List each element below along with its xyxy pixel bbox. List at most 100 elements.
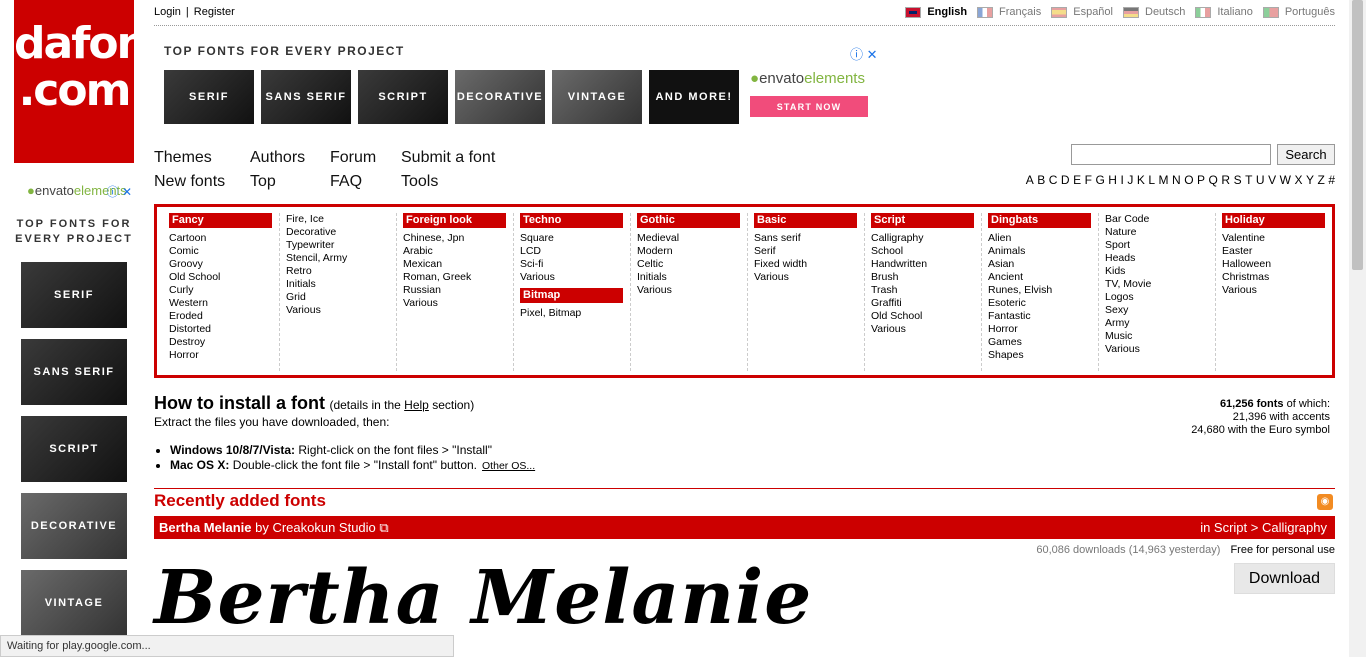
category-item[interactable]: Horror bbox=[988, 323, 1098, 336]
alphabet-letter[interactable]: E bbox=[1073, 173, 1081, 187]
ad-tile-sans-serif[interactable]: SANS SERIF bbox=[261, 70, 351, 124]
nav-authors[interactable]: Authors bbox=[250, 149, 305, 166]
category-item[interactable]: Sci-fi bbox=[520, 258, 630, 271]
help-link[interactable]: Help bbox=[404, 398, 429, 412]
font-preview[interactable]: Bertha Melanie bbox=[154, 548, 812, 648]
alphabet-letter[interactable]: J bbox=[1127, 173, 1133, 187]
category-item[interactable]: Cartoon bbox=[169, 232, 279, 245]
category-item[interactable]: Celtic bbox=[637, 258, 747, 271]
category-item[interactable]: Christmas bbox=[1222, 271, 1333, 284]
category-item[interactable]: Various bbox=[871, 323, 981, 336]
category-item[interactable]: Medieval bbox=[637, 232, 747, 245]
category-item[interactable]: Army bbox=[1105, 317, 1215, 330]
category-item[interactable]: Handwritten bbox=[871, 258, 981, 271]
nav-themes[interactable]: Themes bbox=[154, 149, 212, 166]
nav-top[interactable]: Top bbox=[250, 173, 276, 190]
top-ad-banner[interactable]: TOP FONTS FOR EVERY PROJECT SERIF SANS S… bbox=[164, 44, 884, 128]
category-item[interactable]: Old School bbox=[871, 310, 981, 323]
category-item[interactable]: Eroded bbox=[169, 310, 279, 323]
ad-tile-vintage[interactable]: VINTAGE bbox=[21, 570, 127, 636]
alphabet-letter[interactable]: T bbox=[1245, 173, 1252, 187]
alphabet-letter[interactable]: D bbox=[1061, 173, 1070, 187]
category-item[interactable]: LCD bbox=[520, 245, 630, 258]
alphabet-letter[interactable]: C bbox=[1049, 173, 1058, 187]
category-item[interactable]: Destroy bbox=[169, 336, 279, 349]
search-input[interactable] bbox=[1071, 144, 1271, 165]
category-item[interactable]: Various bbox=[1222, 284, 1333, 297]
author-link[interactable]: by Creakokun Studio bbox=[251, 520, 376, 535]
external-link-icon[interactable]: ⧉ bbox=[379, 520, 388, 535]
category-item[interactable]: Sexy bbox=[1105, 304, 1215, 317]
font-name-link[interactable]: Bertha Melanie bbox=[159, 520, 251, 535]
search-button[interactable]: Search bbox=[1277, 144, 1335, 165]
ad-tile-vintage[interactable]: VINTAGE bbox=[552, 70, 642, 124]
category-item[interactable]: Decorative bbox=[286, 226, 396, 239]
ad-tile-decorative[interactable]: DECORATIVE bbox=[21, 493, 127, 559]
category-head[interactable]: Script bbox=[871, 213, 974, 228]
alphabet-letter[interactable]: R bbox=[1221, 173, 1230, 187]
category-item[interactable]: Valentine bbox=[1222, 232, 1333, 245]
category-item[interactable]: Asian bbox=[988, 258, 1098, 271]
ad-tile-decorative[interactable]: DECORATIVE bbox=[455, 70, 545, 124]
category-head[interactable]: Bitmap bbox=[520, 288, 623, 303]
category-item[interactable]: Ancient bbox=[988, 271, 1098, 284]
category-item[interactable]: Various bbox=[1105, 343, 1215, 356]
category-item[interactable]: Easter bbox=[1222, 245, 1333, 258]
alphabet-letter[interactable]: O bbox=[1184, 173, 1193, 187]
category-item[interactable]: Various bbox=[637, 284, 747, 297]
alphabet-letter[interactable]: A bbox=[1026, 173, 1034, 187]
category-item[interactable]: Music bbox=[1105, 330, 1215, 343]
category-item[interactable]: Bar Code bbox=[1105, 213, 1215, 226]
category-item[interactable]: Runes, Elvish bbox=[988, 284, 1098, 297]
category-item[interactable]: Logos bbox=[1105, 291, 1215, 304]
alphabet-letter[interactable]: H bbox=[1108, 173, 1117, 187]
other-os-link[interactable]: Other OS... bbox=[482, 460, 535, 472]
category-item[interactable]: Various bbox=[286, 304, 396, 317]
category-item[interactable]: Esoteric bbox=[988, 297, 1098, 310]
nav-submit-font[interactable]: Submit a font bbox=[401, 149, 495, 166]
alphabet-letter[interactable]: M bbox=[1159, 173, 1169, 187]
lang-french[interactable]: Français bbox=[977, 6, 1041, 18]
ad-info-close-icon[interactable]: ⓘ ✕ bbox=[850, 44, 878, 63]
category-item[interactable]: Calligraphy bbox=[871, 232, 981, 245]
category-item[interactable]: Sport bbox=[1105, 239, 1215, 252]
category-item[interactable]: Serif bbox=[754, 245, 864, 258]
alphabet-letter[interactable]: F bbox=[1085, 173, 1092, 187]
login-link[interactable]: Login bbox=[154, 6, 181, 18]
alphabet-letter[interactable]: Q bbox=[1209, 173, 1218, 187]
alphabet-letter[interactable]: N bbox=[1172, 173, 1181, 187]
alphabet-letter[interactable]: Z bbox=[1317, 173, 1324, 187]
ad-tile-serif[interactable]: SERIF bbox=[21, 262, 127, 328]
category-item[interactable]: Stencil, Army bbox=[286, 252, 396, 265]
category-item[interactable]: Nature bbox=[1105, 226, 1215, 239]
category-head[interactable]: Techno bbox=[520, 213, 623, 228]
nav-faq[interactable]: FAQ bbox=[330, 173, 362, 190]
category-item[interactable]: Initials bbox=[637, 271, 747, 284]
alphabet-letter[interactable]: U bbox=[1256, 173, 1265, 187]
category-item[interactable]: Animals bbox=[988, 245, 1098, 258]
start-now-button[interactable]: START NOW bbox=[750, 96, 868, 117]
category-item[interactable]: Sans serif bbox=[754, 232, 864, 245]
alphabet-letter[interactable]: Y bbox=[1306, 173, 1314, 187]
category-item[interactable]: Square bbox=[520, 232, 630, 245]
category-item[interactable]: Roman, Greek bbox=[403, 271, 513, 284]
category-head[interactable]: Fancy bbox=[169, 213, 272, 228]
category-item[interactable]: School bbox=[871, 245, 981, 258]
category-item[interactable]: Curly bbox=[169, 284, 279, 297]
category-item[interactable]: TV, Movie bbox=[1105, 278, 1215, 291]
category-item[interactable]: Alien bbox=[988, 232, 1098, 245]
category-item[interactable]: Modern bbox=[637, 245, 747, 258]
alphabet-letter[interactable]: S bbox=[1234, 173, 1242, 187]
category-item[interactable]: Various bbox=[520, 271, 630, 284]
alphabet-letter[interactable]: B bbox=[1037, 173, 1045, 187]
category-item[interactable]: Retro bbox=[286, 265, 396, 278]
page-scrollbar[interactable] bbox=[1349, 0, 1366, 657]
alphabet-letter[interactable]: I bbox=[1120, 173, 1123, 187]
rss-icon[interactable]: ◉ bbox=[1317, 494, 1333, 510]
alphabet-letter[interactable]: P bbox=[1197, 173, 1205, 187]
lang-spanish[interactable]: Español bbox=[1051, 6, 1113, 18]
category-item[interactable]: Brush bbox=[871, 271, 981, 284]
category-head[interactable]: Foreign look bbox=[403, 213, 506, 228]
category-head[interactable]: Basic bbox=[754, 213, 857, 228]
lang-english[interactable]: English bbox=[905, 6, 967, 18]
